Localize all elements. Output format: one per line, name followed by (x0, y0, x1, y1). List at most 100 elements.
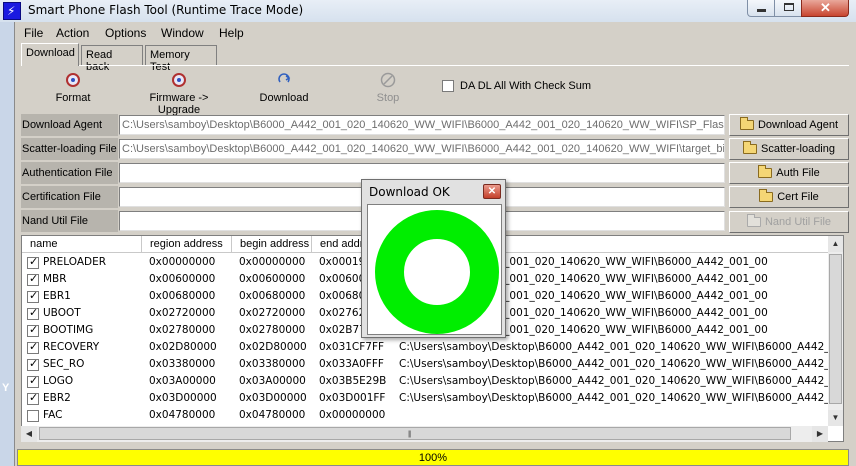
row-checkbox[interactable] (27, 255, 39, 269)
partition-name: MBR (43, 273, 67, 285)
scroll-up-icon[interactable]: ▲ (828, 236, 843, 252)
end-address: 0x00019 (319, 256, 366, 268)
scatter-loading-button[interactable]: Scatter-loading (729, 138, 849, 160)
minimize-icon (757, 9, 766, 12)
menu-file[interactable]: File (24, 26, 43, 40)
begin-address: 0x03D00000 (239, 392, 307, 404)
begin-address: 0x02D80000 (239, 341, 307, 353)
column-header-begin[interactable]: begin address (232, 236, 312, 253)
end-address: 0x03D001FF (319, 392, 386, 404)
certification-file-label: Certification File (21, 186, 118, 208)
folder-icon (758, 165, 773, 178)
row-checkbox[interactable] (27, 323, 39, 337)
row-checkbox[interactable] (27, 272, 39, 286)
horizontal-scrollbar[interactable]: ◀ ||| ▶ (21, 426, 828, 442)
download-agent-label: Download Agent (21, 114, 118, 136)
dialog-close-icon[interactable]: ✕ (483, 184, 501, 199)
format-label: Format (55, 92, 91, 104)
partition-name: RECOVERY (43, 341, 100, 353)
region-address: 0x00600000 (149, 273, 216, 285)
scatter-loading-label: Scatter-loading File (21, 138, 118, 160)
end-address: 0x03B5E29B (319, 375, 387, 387)
authentication-file-label: Authentication File (21, 162, 118, 184)
table-row[interactable]: EBR2 0x03D00000 0x03D00000 0x03D001FF C:\Use… (22, 390, 843, 407)
background-window-edge: Y (0, 22, 14, 466)
title-bar: ⚡ Smart Phone Flash Tool (Runtime Trace … (0, 0, 856, 22)
nand-util-file-button-label: Nand Util File (764, 216, 832, 228)
vertical-scrollbar[interactable]: ▲ ▼ (828, 236, 843, 426)
stop-button[interactable]: Stop (372, 72, 404, 104)
menu-action[interactable]: Action (56, 26, 89, 40)
partition-name: BOOTIMG (43, 324, 94, 336)
horizontal-scroll-thumb[interactable]: ||| (39, 427, 791, 440)
format-icon (65, 72, 81, 88)
begin-address: 0x00600000 (239, 273, 306, 285)
tab-read-back[interactable]: Read back (81, 45, 143, 73)
folder-icon (743, 141, 757, 154)
column-header-name[interactable]: name (22, 236, 142, 253)
download-ok-ring-icon (375, 210, 499, 334)
row-checkbox[interactable] (27, 357, 39, 371)
da-dl-checksum-checkbox[interactable] (442, 80, 454, 92)
row-checkbox[interactable] (27, 374, 39, 388)
file-location: C:\Users\samboy\Desktop\B6000_A442_001_0… (399, 375, 844, 387)
progress-bar: 100% (17, 449, 849, 466)
menu-options[interactable]: Options (105, 26, 146, 40)
row-checkbox[interactable] (27, 306, 39, 320)
row-checkbox[interactable] (27, 340, 39, 354)
progress-text: 100% (418, 452, 448, 464)
folder-icon (759, 189, 774, 202)
scroll-right-icon[interactable]: ▶ (812, 426, 828, 442)
region-address: 0x02780000 (149, 324, 216, 336)
partition-name: PRELOADER (43, 256, 107, 268)
partition-name: LOGO (43, 375, 74, 387)
tab-download[interactable]: Download (21, 43, 79, 66)
cert-file-button[interactable]: Cert File (729, 186, 849, 208)
region-address: 0x03A00000 (149, 375, 216, 387)
da-dl-checksum-option[interactable]: DA DL All With Check Sum (442, 80, 591, 92)
folder-icon (746, 214, 761, 227)
auth-file-button-label: Auth File (776, 167, 820, 179)
scatter-loading-field[interactable]: C:\Users\samboy\Desktop\B6000_A442_001_0… (119, 139, 725, 159)
column-header-region[interactable]: region address (142, 236, 232, 253)
scatter-loading-button-label: Scatter-loading (761, 143, 835, 155)
da-dl-checksum-label: DA DL All With Check Sum (460, 80, 592, 92)
end-address: 0x02762 (319, 307, 366, 319)
row-checkbox[interactable] (27, 391, 39, 405)
firmware-upgrade-button[interactable]: Firmware -> Upgrade (128, 72, 230, 116)
file-location: C:\Users\samboy\Desktop\B6000_A442_001_0… (399, 392, 844, 404)
table-row[interactable]: SEC_RO 0x03380000 0x03380000 0x033A0FFF C:\U… (22, 356, 843, 373)
close-button[interactable]: ✕ (801, 0, 849, 17)
window-title: Smart Phone Flash Tool (Runtime Trace Mo… (28, 3, 304, 17)
table-row[interactable]: RECOVERY 0x02D80000 0x02D80000 0x031CF7FF C:… (22, 339, 843, 356)
row-checkbox[interactable] (27, 410, 39, 422)
end-address: 0x00600 (319, 273, 366, 285)
tab-memory-test[interactable]: Memory Test (145, 45, 217, 73)
download-agent-button[interactable]: Download Agent (729, 114, 849, 136)
download-agent-field[interactable]: C:\Users\samboy\Desktop\B6000_A442_001_0… (119, 115, 725, 135)
region-address: 0x04780000 (149, 409, 216, 421)
auth-file-button[interactable]: Auth File (729, 162, 849, 184)
menu-help[interactable]: Help (219, 26, 244, 40)
dialog-title: Download OK (369, 185, 450, 199)
scroll-down-icon[interactable]: ▼ (828, 410, 843, 426)
vertical-scroll-thumb[interactable] (829, 254, 842, 404)
begin-address: 0x02720000 (239, 307, 306, 319)
table-row[interactable]: FAC 0x04780000 0x04780000 0x00000000 (22, 407, 827, 424)
region-address: 0x00680000 (149, 290, 216, 302)
flash-tool-app-icon: ⚡ (3, 2, 21, 20)
row-checkbox[interactable] (27, 289, 39, 303)
region-address: 0x00000000 (149, 256, 216, 268)
table-row[interactable]: LOGO 0x03A00000 0x03A00000 0x03B5E29B C:\Use… (22, 373, 843, 390)
menu-window[interactable]: Window (161, 26, 204, 40)
download-button[interactable]: Download (257, 72, 311, 104)
firmware-upgrade-icon (171, 72, 187, 88)
format-button[interactable]: Format (54, 72, 92, 104)
partition-name: FAC (43, 409, 63, 421)
scroll-left-icon[interactable]: ◀ (21, 426, 37, 442)
nand-util-file-label: Nand Util File (21, 210, 118, 232)
maximize-button[interactable] (774, 0, 802, 17)
tab-divider (21, 65, 849, 66)
nand-util-file-button[interactable]: Nand Util File (729, 211, 849, 233)
minimize-button[interactable] (747, 0, 775, 17)
